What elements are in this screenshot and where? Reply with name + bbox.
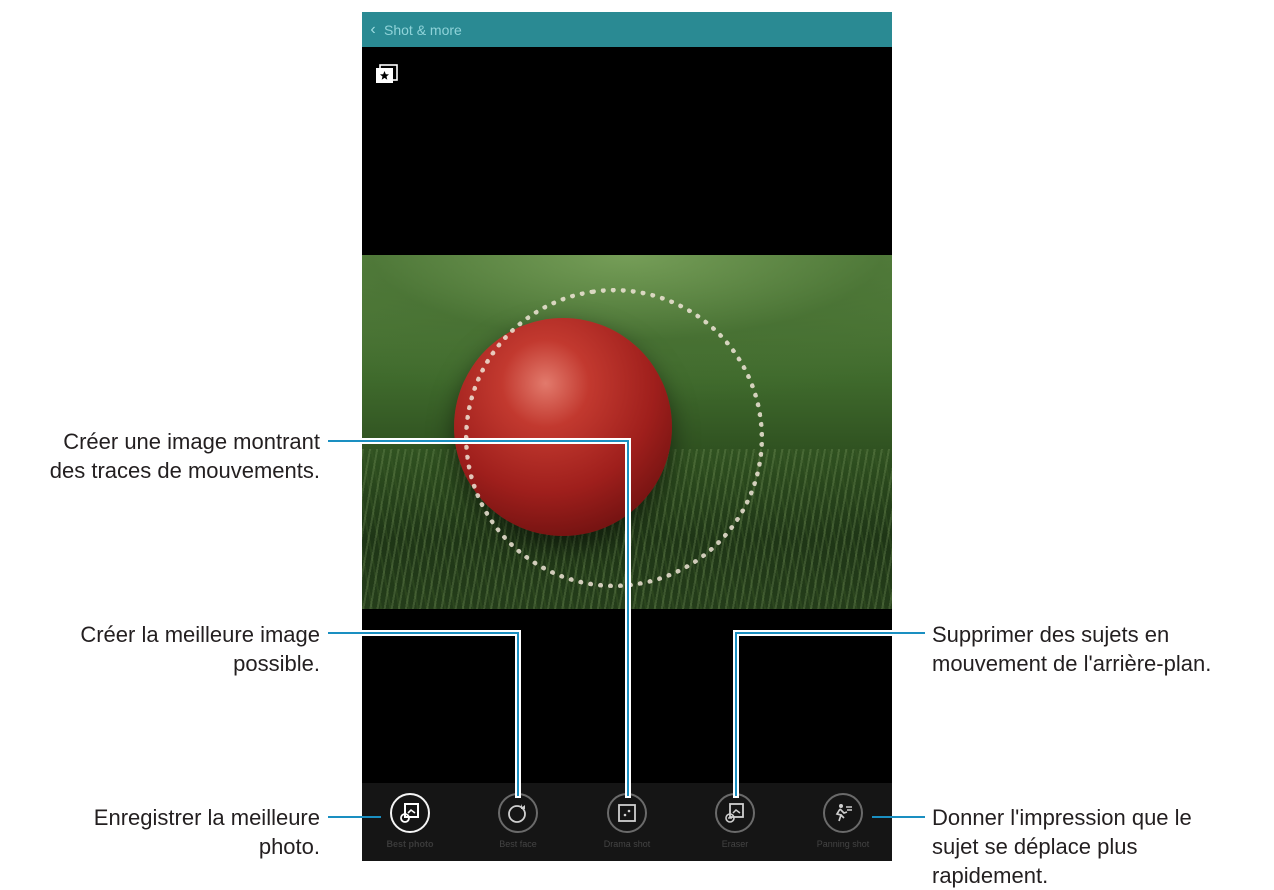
- mode-label: Eraser: [721, 839, 749, 849]
- best-face-icon: [498, 793, 538, 833]
- mode-eraser[interactable]: Eraser: [705, 793, 765, 849]
- annotation-eraser: Supprimer des sujets en mouvement de l'a…: [932, 620, 1272, 678]
- cricket-ball: [454, 318, 672, 536]
- drama-shot-icon: [607, 793, 647, 833]
- cricket-ball-photo: [362, 255, 892, 609]
- annotation-line: Donner l'impression que le: [932, 805, 1192, 830]
- annotation-line: Créer une image montrant: [63, 429, 320, 454]
- annotation-line: Enregistrer la meilleure: [93, 805, 320, 830]
- panning-shot-icon: [823, 793, 863, 833]
- best-photo-icon: [390, 793, 430, 833]
- mode-panning-shot[interactable]: Panning shot: [813, 793, 873, 849]
- phone-screen: ‹ Shot & more Best photo Best face Drama…: [362, 12, 892, 861]
- page-title: Shot & more: [384, 21, 462, 38]
- mode-label: Panning shot: [816, 839, 870, 849]
- annotation-line: sujet se déplace plus: [932, 834, 1138, 859]
- annotation-best-photo: Enregistrer la meilleure photo.: [0, 803, 320, 861]
- annotation-line: photo.: [258, 834, 320, 859]
- annotation-best-face: Créer la meilleure image possible.: [0, 620, 320, 678]
- annotation-line: des traces de mouvements.: [49, 458, 320, 483]
- mode-drama-shot[interactable]: Drama shot: [597, 793, 657, 849]
- title-bar: ‹ Shot & more: [362, 12, 892, 47]
- chevron-left-icon[interactable]: ‹: [362, 21, 384, 39]
- eraser-icon: [715, 793, 755, 833]
- gallery-star-icon[interactable]: [375, 64, 399, 84]
- mode-label: Drama shot: [603, 839, 651, 849]
- mode-bar: Best photo Best face Drama shot Eraser P…: [362, 783, 892, 861]
- annotation-line: Créer la meilleure image: [80, 622, 320, 647]
- mode-label: Best face: [499, 839, 537, 849]
- annotation-panning-shot: Donner l'impression que le sujet se dépl…: [932, 803, 1272, 890]
- mode-best-photo[interactable]: Best photo: [380, 793, 440, 849]
- mode-best-face[interactable]: Best face: [488, 793, 548, 849]
- mode-label: Best photo: [386, 839, 434, 849]
- annotation-line: rapidement.: [932, 863, 1049, 888]
- annotation-line: possible.: [233, 651, 320, 676]
- annotation-line: mouvement de l'arrière-plan.: [932, 651, 1212, 676]
- annotation-drama-shot: Créer une image montrant des traces de m…: [0, 427, 320, 485]
- annotation-line: Supprimer des sujets en: [932, 622, 1170, 647]
